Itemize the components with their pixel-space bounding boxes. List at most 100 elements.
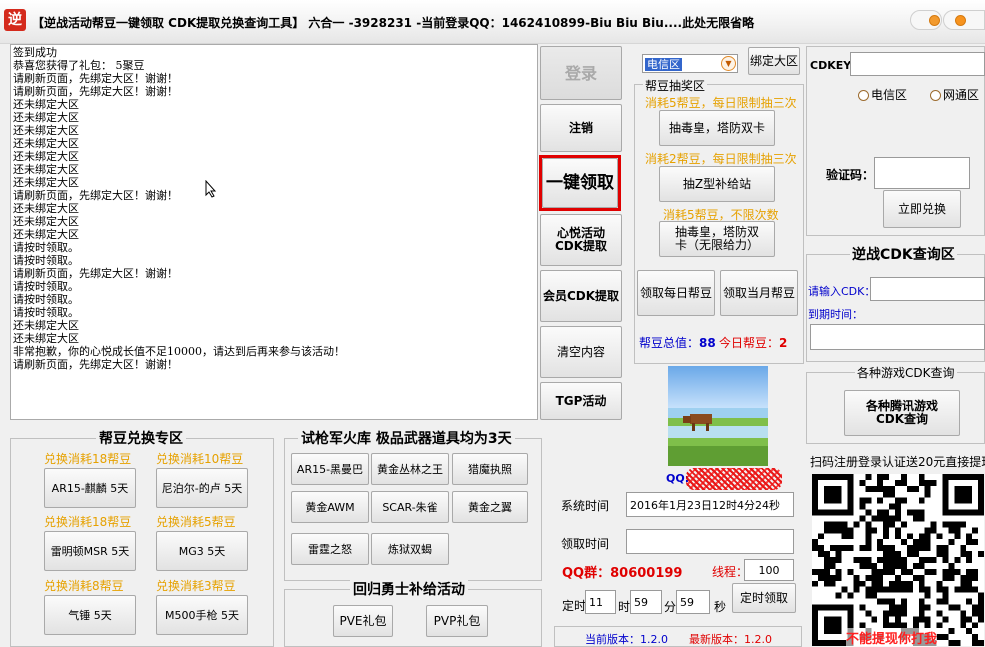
log-output[interactable]: 签到成功 恭喜您获得了礼包： 5聚豆 请刷新页面，先绑定大区！谢谢！ 请刷新页面，先绑… [10,44,538,420]
minute-input[interactable]: 59 [630,590,662,614]
bean-total-value: 88 [699,336,716,350]
claim-daily-button[interactable]: 领取每日帮豆 [637,270,715,316]
radio-netcom[interactable]: 网通区 [930,86,979,103]
expiry-output [810,324,985,350]
claim-time-label: 领取时间 [561,537,610,551]
radio-telecom-label: 电信区 [871,88,908,102]
game-cdk-button[interactable]: 各种腾讯游戏CDK查询 [844,390,960,436]
cdk-query-label: 请输入CDK： [808,285,876,298]
exchange-item-button[interactable]: MG3 5天 [156,531,248,571]
log-line: 还未绑定大区 [13,228,79,241]
log-line: 请刷新页面，先绑定大区！谢谢！ [13,72,178,85]
radio-netcom-icon [930,90,941,101]
xinyue-cdk-button[interactable]: 心悦活动CDK提取 [540,214,622,266]
exchange-item-button[interactable]: AR15-麒麟 5天 [44,468,136,508]
armory-item-button[interactable]: 黄金之翼 [452,491,528,523]
radio-netcom-label: 网通区 [943,88,980,102]
exchange-title: 帮豆兑换专区 [96,428,186,448]
bean-today-label: 今日帮豆： [719,336,780,350]
lottery-draw-button-3[interactable]: 抽毒皇，塔防双卡（无限给力） [659,221,775,257]
close-icon [955,15,966,26]
hour-unit: 时 [618,600,631,614]
armory-item-button[interactable]: 猎魔执照 [452,453,528,485]
armory-item-button[interactable]: 黄金AWM [291,491,369,523]
lottery-cost-2: 消耗2帮豆，每日限制抽三次 [645,152,797,166]
schedule-claim-button[interactable]: 定时领取 [732,583,796,613]
log-line: 恭喜您获得了礼包： 5聚豆 [13,59,145,72]
exchange-item-button[interactable]: 气锤 5天 [44,595,136,635]
armory-item-button[interactable]: 黄金丛林之王 [371,453,449,485]
captcha-input[interactable] [874,157,970,189]
log-line: 请刷新页面，先绑定大区！谢谢！ [13,267,178,280]
log-line: 还未绑定大区 [13,332,79,345]
radio-telecom-icon [858,90,869,101]
exchange-cost-label: 兑换消耗3帮豆 [156,579,236,593]
logout-button[interactable]: 注销 [540,104,622,152]
log-line: 还未绑定大区 [13,98,79,111]
lottery-draw-button-2[interactable]: 抽Z型补给站 [659,166,775,202]
qr-code-image[interactable] [812,474,984,646]
armory-title: 试枪军火库 极品武器道具均为3天 [298,428,515,448]
captcha-label: 验证码： [826,168,875,182]
app-logo-icon: 逆 [4,9,26,31]
armory-item-button[interactable]: 雷霆之怒 [291,533,369,565]
exchange-item-button[interactable]: 尼泊尔-的卢 5天 [156,468,248,508]
second-input[interactable]: 59 [676,590,710,614]
log-line: 请刷新页面，先绑定大区！谢谢！ [13,358,178,371]
hour-input[interactable]: 11 [585,590,616,614]
log-line: 还未绑定大区 [13,124,79,137]
expiry-label: 到期时间： [808,308,863,321]
redeem-button[interactable]: 立即兑换 [883,190,961,228]
minimize-icon [929,15,940,26]
qr-overlay-text: 不能提现你打我 [846,628,938,647]
bean-today: 今日帮豆：2 [719,334,787,351]
qr-caption: 扫码注册登录认证送20元直接提现 [810,455,985,469]
redacted-qq-scribble [686,468,782,490]
log-line: 签到成功 [13,46,57,59]
game-cdk-title: 各种游戏CDK查询 [855,364,957,381]
second-unit: 秒 [714,600,727,614]
clear-content-button[interactable]: 清空内容 [540,326,622,378]
minute-unit: 分 [664,600,677,614]
log-line: 还未绑定大区 [13,319,79,332]
log-line: 还未绑定大区 [13,176,79,189]
current-version: 当前版本：1.2.0 [585,633,668,646]
claim-monthly-button[interactable]: 领取当月帮豆 [720,270,798,316]
pvp-gift-button[interactable]: PVP礼包 [426,605,488,637]
threads-label: 线程： [712,565,749,579]
bean-total: 帮豆总值：88 [639,334,716,351]
radio-telecom[interactable]: 电信区 [858,86,907,103]
cdk-query-input[interactable] [870,277,985,301]
cdk-query-title: 逆战CDK查询区 [850,244,957,264]
close-button[interactable] [943,10,985,30]
returner-title: 回归勇士补给活动 [350,579,468,599]
cdkey-input[interactable] [850,52,985,76]
log-line: 请按时领取。 [13,293,79,306]
region-select[interactable]: 电信区 ▼ [642,54,738,73]
lottery-draw-button-1[interactable]: 抽毒皇，塔防双卡 [659,110,775,146]
pve-gift-button[interactable]: PVE礼包 [333,605,393,637]
tgp-activity-button[interactable]: TGP活动 [540,382,622,420]
minimize-button[interactable] [910,10,942,30]
bind-region-button[interactable]: 绑定大区 [748,47,800,75]
promo-image [668,366,768,466]
threads-input[interactable]: 100 [744,559,794,581]
latest-version: 最新版本：1.2.0 [689,633,772,646]
region-selected-value: 电信区 [645,58,682,71]
armory-item-button[interactable]: 炼狱双蝎 [371,533,449,565]
schedule-label: 定时 [562,599,587,613]
lottery-cost-1: 消耗5帮豆，每日限制抽三次 [645,96,797,110]
log-line: 还未绑定大区 [13,150,79,163]
exchange-cost-label: 兑换消耗18帮豆 [44,452,132,466]
armory-item-button[interactable]: AR15-黑曼巴 [291,453,369,485]
armory-item-button[interactable]: SCAR-朱雀 [371,491,449,523]
member-cdk-button[interactable]: 会员CDK提取 [540,270,622,322]
bean-today-value: 2 [779,336,788,350]
log-line: 还未绑定大区 [13,163,79,176]
system-time-label: 系统时间 [561,499,610,513]
login-button[interactable]: 登录 [540,46,622,100]
exchange-item-button[interactable]: 雷明顿MSR 5天 [44,531,136,571]
exchange-item-button[interactable]: M500手枪 5天 [156,595,248,635]
qq-group-text: QQ群：80600199 [562,566,683,581]
claim-time-field[interactable] [626,529,794,554]
